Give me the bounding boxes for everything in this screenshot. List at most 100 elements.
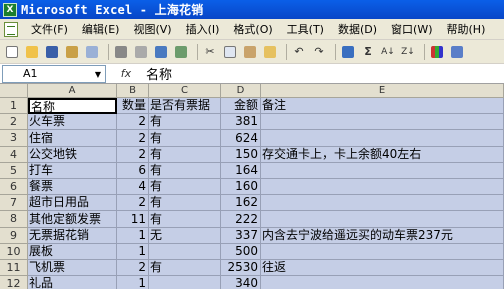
cell-d[interactable]: 2530 [221,260,261,276]
cell-e[interactable]: 备注 [261,98,504,114]
menu-tools[interactable]: 工具(T) [280,21,331,37]
cell-b[interactable]: 11 [117,211,149,228]
spelling-icon[interactable] [153,44,169,60]
cell-b[interactable]: 2 [117,147,149,163]
cut-icon[interactable]: ✂ [202,44,218,60]
chart-wizard-icon[interactable] [429,44,445,60]
name-box[interactable]: A1 ▼ [2,64,106,83]
cell-a[interactable]: 餐票 [28,179,117,195]
hyperlink-icon[interactable] [340,44,356,60]
cell-b[interactable]: 1 [117,244,149,260]
sort-ascending-icon[interactable]: A↓ [380,44,396,60]
cell-a[interactable]: 展板 [28,244,117,260]
cell-d[interactable]: 150 [221,147,261,163]
cell-d[interactable]: 164 [221,163,261,179]
cell-e[interactable] [261,244,504,260]
row-header[interactable]: 4 [0,147,28,163]
cell-b[interactable]: 数量 [117,98,149,114]
paste-icon[interactable] [242,44,258,60]
cell-a[interactable]: 打车 [28,163,117,179]
row-header[interactable]: 6 [0,179,28,195]
cell-b[interactable]: 2 [117,260,149,276]
cell-c[interactable]: 有 [149,130,221,147]
cell-a[interactable]: 其他定额发票 [28,211,117,228]
cell-c[interactable]: 有 [149,195,221,211]
cell-e[interactable] [261,114,504,130]
menu-insert[interactable]: 插入(I) [179,21,227,37]
cell-a[interactable]: 无票据花销 [28,228,117,244]
menu-file[interactable]: 文件(F) [24,21,75,37]
row-header[interactable]: 2 [0,114,28,130]
cell-c[interactable]: 是否有票据 [149,98,221,114]
column-header-a[interactable]: A [28,84,117,98]
cell-c[interactable] [149,244,221,260]
row-header[interactable]: 5 [0,163,28,179]
cell-a[interactable]: 住宿 [28,130,117,147]
row-header[interactable]: 11 [0,260,28,276]
cell-a[interactable]: 火车票 [28,114,117,130]
cell-d[interactable]: 160 [221,179,261,195]
menu-format[interactable]: 格式(O) [226,21,279,37]
cell-c[interactable]: 有 [149,114,221,130]
row-header[interactable]: 9 [0,228,28,244]
cell-b[interactable]: 4 [117,179,149,195]
cell-a[interactable]: 礼品 [28,276,117,289]
cell-b[interactable]: 2 [117,195,149,211]
column-header-b[interactable]: B [117,84,149,98]
menu-help[interactable]: 帮助(H) [440,21,493,37]
column-header-e[interactable]: E [261,84,504,98]
row-header[interactable]: 1 [0,98,28,114]
cell-b[interactable]: 1 [117,276,149,289]
cell-a[interactable]: 名称 [28,98,117,114]
cell-c[interactable] [149,276,221,289]
cell-e[interactable] [261,195,504,211]
cell-e[interactable] [261,276,504,289]
cell-b[interactable]: 2 [117,130,149,147]
cell-a[interactable]: 飞机票 [28,260,117,276]
autosum-icon[interactable]: Σ [360,44,376,60]
cell-d[interactable]: 624 [221,130,261,147]
cell-e[interactable]: 内含去宁波给遥远买的动车票237元 [261,228,504,244]
redo-icon[interactable]: ↷ [311,44,327,60]
cell-d[interactable]: 381 [221,114,261,130]
copy-icon[interactable] [222,44,238,60]
new-icon[interactable] [4,44,20,60]
cell-c[interactable]: 有 [149,179,221,195]
cell-d[interactable]: 500 [221,244,261,260]
cell-e[interactable]: 往返 [261,260,504,276]
research-icon[interactable] [173,44,189,60]
cell-e[interactable] [261,211,504,228]
cell-d[interactable]: 162 [221,195,261,211]
cell-d[interactable]: 金额 [221,98,261,114]
menu-data[interactable]: 数据(D) [331,21,384,37]
cell-e[interactable] [261,163,504,179]
column-header-d[interactable]: D [221,84,261,98]
cell-a[interactable]: 公交地铁 [28,147,117,163]
permission-icon[interactable] [64,44,80,60]
print-icon[interactable] [113,44,129,60]
cell-c[interactable]: 有 [149,260,221,276]
drawing-icon[interactable] [449,44,465,60]
cell-c[interactable]: 有 [149,211,221,228]
menu-edit[interactable]: 编辑(E) [75,21,127,37]
row-header[interactable]: 3 [0,130,28,147]
row-header[interactable]: 7 [0,195,28,211]
sort-descending-icon[interactable]: Z↓ [400,44,416,60]
cell-e[interactable] [261,179,504,195]
formula-input[interactable]: 名称 [146,64,172,83]
workbook-icon[interactable] [4,21,18,37]
open-icon[interactable] [24,44,40,60]
select-all-corner[interactable] [0,84,28,98]
save-icon[interactable] [44,44,60,60]
menu-view[interactable]: 视图(V) [126,21,178,37]
cell-d[interactable]: 340 [221,276,261,289]
cell-e[interactable] [261,130,504,147]
cell-d[interactable]: 222 [221,211,261,228]
cell-c[interactable]: 有 [149,163,221,179]
cell-c[interactable]: 有 [149,147,221,163]
cell-b[interactable]: 6 [117,163,149,179]
cell-c[interactable]: 无 [149,228,221,244]
row-header[interactable]: 8 [0,211,28,228]
chevron-down-icon[interactable]: ▼ [95,70,101,79]
email-icon[interactable] [84,44,100,60]
